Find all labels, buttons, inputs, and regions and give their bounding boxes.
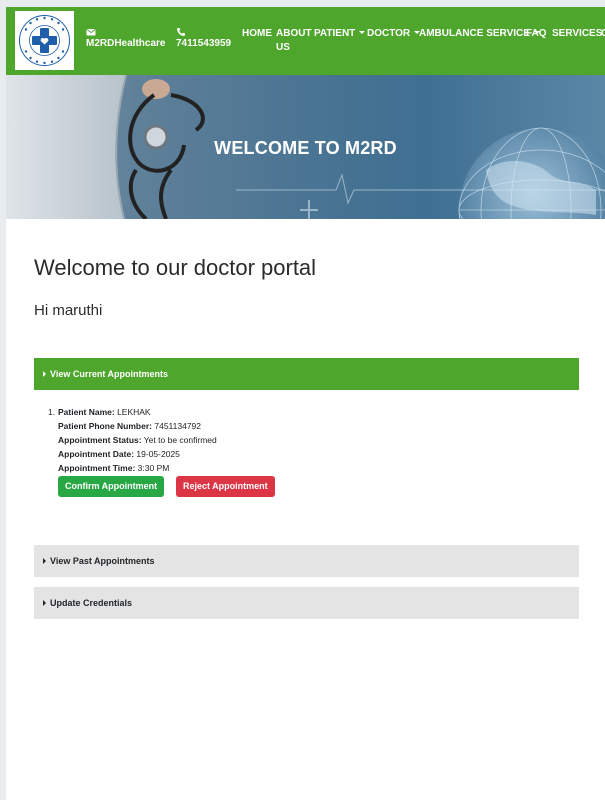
nav-overflow-label: G bbox=[601, 28, 605, 39]
appointment-details: Patient Name: LEKHAK Patient Phone Numbe… bbox=[58, 405, 217, 475]
patient-phone-row: Patient Phone Number: 7451134792 bbox=[58, 419, 217, 433]
past-appointments-label: View Past Appointments bbox=[50, 556, 155, 566]
appointment-date-row: Appointment Date: 19-05-2025 bbox=[58, 447, 217, 461]
appointment-date-value: 19-05-2025 bbox=[136, 449, 180, 459]
appointment-time-label: Appointment Time: bbox=[58, 463, 136, 473]
patient-name-row: Patient Name: LEKHAK bbox=[58, 405, 217, 419]
appointment-time-value: 3:30 PM bbox=[137, 463, 170, 473]
past-appointments-toggle[interactable]: View Past Appointments bbox=[34, 545, 579, 577]
hero-title: WELCOME TO M2RD bbox=[214, 138, 397, 158]
email-label: M2RDHealthcare bbox=[86, 38, 166, 49]
nav-ambulance-dropdown[interactable]: AMBULANCE SERVICE bbox=[419, 27, 540, 41]
patient-phone-value: 7451134792 bbox=[154, 421, 202, 431]
logo-cross-icon bbox=[19, 15, 70, 66]
phone-label: 7411543959 bbox=[176, 38, 232, 49]
phone-contact[interactable]: 7411543959 bbox=[176, 27, 231, 51]
nav-doctor-dropdown[interactable]: DOCTOR bbox=[367, 27, 421, 41]
email-contact[interactable]: M2RDHealthcare bbox=[86, 27, 165, 51]
nav-home-label: HOME bbox=[242, 28, 272, 39]
nav-patient-dropdown[interactable]: PATIENT bbox=[314, 27, 366, 41]
greeting-text: Hi maruthi bbox=[34, 302, 103, 319]
healthcare-logo[interactable] bbox=[15, 11, 74, 70]
appointment-number: 1. bbox=[48, 407, 56, 417]
patient-phone-label: Patient Phone Number: bbox=[58, 421, 152, 431]
nav-overflow-item[interactable]: G bbox=[601, 27, 605, 41]
nav-patient-label: PATIENT bbox=[314, 28, 356, 39]
nav-services-label: SERVICES bbox=[552, 28, 603, 39]
nav-home[interactable]: HOME bbox=[242, 27, 272, 41]
reject-appointment-button[interactable]: Reject Appointment bbox=[176, 476, 275, 497]
page-title: Welcome to our doctor portal bbox=[34, 255, 317, 280]
nav-about-label: ABOUT bbox=[276, 28, 312, 39]
nav-doctor-label: DOCTOR bbox=[367, 28, 411, 39]
nav-about-label-line2: US bbox=[276, 42, 290, 53]
hero-banner: WELCOME TO M2RD bbox=[6, 75, 605, 219]
nav-about-us[interactable]: ABOUT US bbox=[276, 27, 312, 55]
phone-icon bbox=[177, 28, 185, 36]
appointment-status-row: Appointment Status: Yet to be confirmed bbox=[58, 433, 217, 447]
update-credentials-toggle[interactable]: Update Credentials bbox=[34, 587, 579, 619]
confirm-appointment-button[interactable]: Confirm Appointment bbox=[58, 476, 165, 497]
patient-name-value: LEKHAK bbox=[117, 407, 151, 417]
nav-faq[interactable]: FAQ bbox=[526, 27, 547, 41]
appointment-date-label: Appointment Date: bbox=[58, 449, 135, 459]
patient-name-label: Patient Name: bbox=[58, 407, 115, 417]
appointment-status-label: Appointment Status: bbox=[58, 435, 142, 445]
appointment-status-value: Yet to be confirmed bbox=[143, 435, 217, 445]
page: M2RDHealthcare 7411543959 HOME ABOUT US … bbox=[6, 7, 605, 800]
current-appointments-toggle[interactable]: View Current Appointments bbox=[34, 358, 579, 390]
current-appointments-label: View Current Appointments bbox=[50, 369, 169, 379]
caret-right-icon bbox=[43, 558, 46, 564]
nav-services[interactable]: SERVICES bbox=[552, 27, 602, 41]
appointment-time-row: Appointment Time: 3:30 PM bbox=[58, 461, 217, 475]
caret-down-icon bbox=[359, 31, 366, 34]
navbar: M2RDHealthcare 7411543959 HOME ABOUT US … bbox=[6, 7, 605, 75]
nav-faq-label: FAQ bbox=[526, 28, 547, 39]
update-credentials-label: Update Credentials bbox=[50, 598, 133, 608]
caret-right-icon bbox=[43, 600, 46, 606]
envelope-icon bbox=[86, 29, 96, 36]
nav-ambulance-label: AMBULANCE SERVICE bbox=[419, 28, 530, 39]
caret-right-icon bbox=[43, 371, 46, 377]
